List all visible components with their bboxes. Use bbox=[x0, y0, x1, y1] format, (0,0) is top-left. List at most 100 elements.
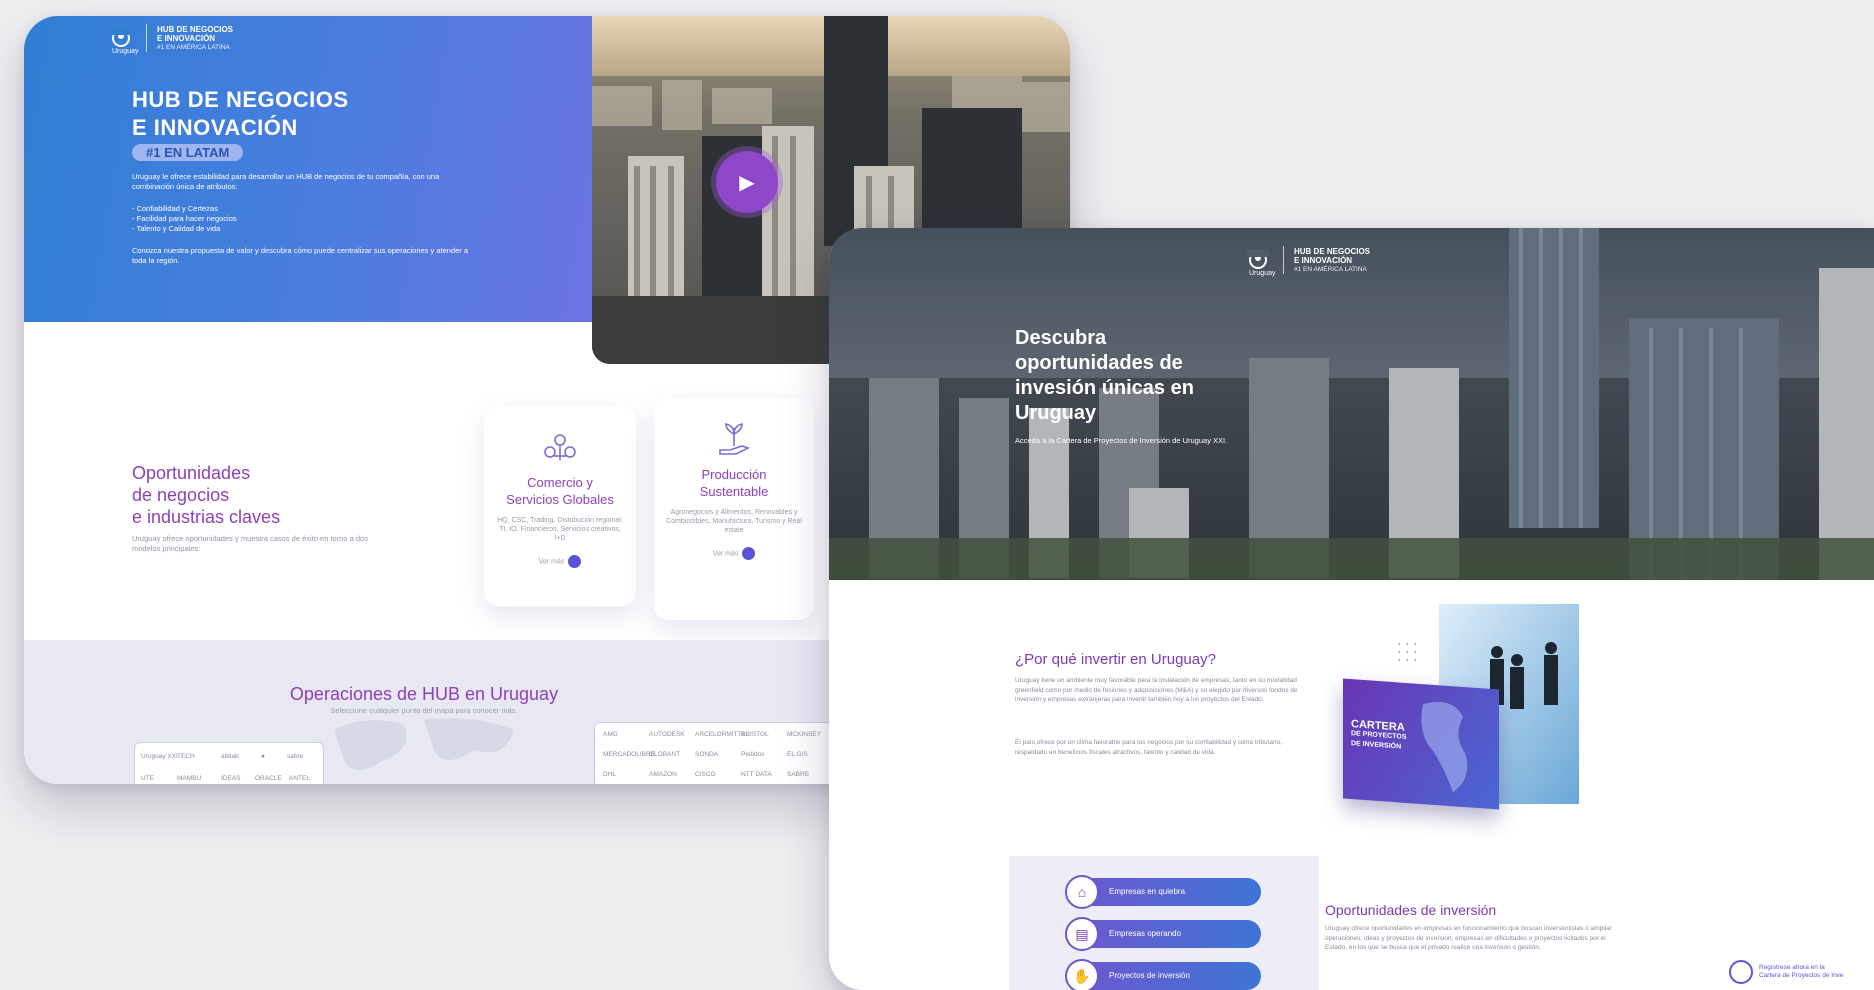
register-line-2: Cartera de Proyectos de Inve bbox=[1759, 972, 1844, 979]
hero-bullet: - Confiabilidad y Certezas bbox=[132, 204, 218, 213]
why-invest-paragraph: Uruguay tiene un ambiente muy favorable … bbox=[1015, 677, 1298, 703]
logo-line-3: #1 EN AMÉRICA LATINA bbox=[157, 43, 230, 51]
arrow-circle-icon bbox=[742, 547, 756, 560]
industry-name-line-2: Servicios Globales bbox=[506, 492, 614, 507]
americas-map-icon bbox=[1421, 701, 1468, 793]
hub-logo[interactable]: Uruguay HUB DE NEGOCIOS E INNOVACIÓN #1 … bbox=[110, 24, 233, 55]
uruguay-logo-icon bbox=[1247, 249, 1269, 269]
hub-logo[interactable]: Uruguay HUB DE NEGOCIOS E INNOVACIÓN #1 … bbox=[1247, 246, 1370, 277]
industry-name-line-1: Producción bbox=[701, 467, 767, 482]
company-logo: ANTEL bbox=[289, 775, 310, 782]
industry-description: HQ, CSC, Trading, Distribución regional,… bbox=[497, 517, 623, 542]
company-logo: NTT DATA bbox=[741, 771, 772, 778]
opportunities-title-line-1: Oportunidades bbox=[132, 463, 251, 483]
investment-hero-title: Descubra oportunidades de invesión única… bbox=[1015, 327, 1194, 424]
company-logo: sabre bbox=[287, 753, 304, 760]
industry-card-global-services[interactable]: Comercio y Servicios Globales HQ, CSC, T… bbox=[484, 406, 636, 606]
world-map-graphic[interactable] bbox=[324, 710, 524, 784]
company-logo: Uruguay XXI bbox=[141, 753, 178, 760]
hero-title-line-2: E INNOVACIÓN bbox=[132, 115, 298, 140]
hero-bullet: - Talento y Calidad de vida bbox=[132, 224, 221, 233]
hub-hero-banner: Uruguay HUB DE NEGOCIOS E INNOVACIÓN #1 … bbox=[24, 16, 592, 322]
play-icon: ▶ bbox=[739, 171, 755, 194]
hero-bullet: - Facilidad para hacer negocios bbox=[132, 214, 237, 223]
company-logo: AMAZON bbox=[649, 771, 677, 778]
investment-portfolio-card: Uruguay HUB DE NEGOCIOS E INNOVACIÓN #1 … bbox=[829, 228, 1874, 990]
logo-line-2: E INNOVACIÓN bbox=[1294, 255, 1353, 265]
logo-separator bbox=[1283, 246, 1284, 274]
opportunities-title-line-2: de negocios bbox=[132, 485, 230, 505]
companies-logo-panel-left[interactable]: Uruguay XXI TECH abitab ● sabre UTE MAMB… bbox=[134, 742, 324, 784]
arrow-circle-icon bbox=[568, 555, 582, 568]
why-invest-title: ¿Por qué invertir en Uruguay? bbox=[1015, 651, 1216, 668]
company-logo: TECH bbox=[177, 753, 195, 760]
see-more-label: Ver más bbox=[538, 558, 565, 566]
logo-line-3: #1 EN AMÉRICA LATINA bbox=[1294, 265, 1367, 273]
ranking-badge: #1 EN LATAM bbox=[132, 144, 244, 161]
logo-line-1: HUB DE NEGOCIOS bbox=[1294, 246, 1371, 256]
company-logo: DHL bbox=[603, 771, 617, 778]
handshake-icon: ✋ bbox=[1065, 959, 1099, 990]
hero-cta-text: Conozca nuestra propuesta de valor y des… bbox=[132, 246, 469, 265]
register-text: Regístrese ahora en la Cartera de Proyec… bbox=[1759, 964, 1844, 981]
operations-title: Operaciones de HUB en Uruguay bbox=[289, 684, 559, 704]
company-logo: abitab bbox=[221, 753, 239, 760]
uruguay-logo-icon bbox=[1729, 960, 1753, 984]
company-logo: AUTODESK bbox=[649, 731, 685, 738]
industry-description: Agronegocios y Alimentos, Renovables y C… bbox=[666, 509, 802, 534]
company-logo: ● bbox=[261, 753, 265, 760]
industry-name-line-2: Sustentable bbox=[699, 484, 769, 499]
industry-name-line-1: Comercio y bbox=[527, 475, 593, 490]
hero-bullet-list: - Confiabilidad y Certezas - Facilidad p… bbox=[132, 204, 237, 234]
company-logo: GLOBANT bbox=[649, 751, 681, 758]
brochure-title: CARTERA DE PROYECTOS DE INVERSIÓN bbox=[1351, 718, 1407, 753]
company-logo: Pedidos bbox=[741, 751, 765, 758]
company-logo: CISCO bbox=[695, 771, 716, 778]
companies-logo-panel-right[interactable]: AMG AUTODESK ARCELORMITTAL BRISTOL MCKINSEY M… bbox=[594, 722, 832, 784]
industry-name: Producción Sustentable bbox=[654, 466, 814, 500]
register-floating-button[interactable]: Regístrese ahora en la Cartera de Proyec… bbox=[1729, 954, 1874, 990]
logo-separator bbox=[146, 24, 147, 52]
play-video-button[interactable]: ▶ bbox=[716, 151, 778, 213]
uruguay-logo-icon bbox=[110, 27, 132, 47]
see-more-label: Ver más bbox=[712, 550, 739, 558]
hero-title-line-1: HUB DE NEGOCIOS bbox=[132, 87, 349, 112]
company-logo: BRISTOL bbox=[741, 731, 769, 738]
hand-plant-icon bbox=[719, 422, 751, 455]
investment-opportunities-title: Oportunidades de inversión bbox=[1325, 902, 1497, 918]
why-invest-paragraph: El país ofrece por un clima favorable pa… bbox=[1015, 739, 1282, 756]
see-more-link[interactable]: Ver más bbox=[484, 555, 636, 568]
opportunities-description: Uruguay ofrece oportunidades y muestra c… bbox=[132, 534, 368, 553]
opportunities-title: Oportunidades de negocios e industrias c… bbox=[132, 462, 280, 528]
company-logo: MAMBU bbox=[177, 775, 202, 782]
company-logo: UTE bbox=[141, 775, 154, 782]
company-logo: AMG bbox=[603, 731, 618, 738]
investment-opportunities-description: Uruguay ofrece oportunidades en empresas… bbox=[1325, 925, 1612, 951]
register-line-1: Regístrese ahora en la bbox=[1759, 963, 1825, 971]
network-icon bbox=[544, 434, 576, 460]
logo-text: HUB DE NEGOCIOS E INNOVACIÓN #1 EN AMÉRI… bbox=[1294, 247, 1370, 274]
industry-card-sustainable-production[interactable]: Producción Sustentable Agronegocios y Al… bbox=[654, 398, 814, 620]
investment-hero-banner: Uruguay HUB DE NEGOCIOS E INNOVACIÓN #1 … bbox=[829, 228, 1874, 580]
see-more-link[interactable]: Ver más bbox=[654, 547, 814, 560]
industry-name: Comercio y Servicios Globales bbox=[484, 474, 636, 508]
company-logo: IDEAS bbox=[221, 775, 241, 782]
logo-text: HUB DE NEGOCIOS E INNOVACIÓN #1 EN AMÉRI… bbox=[157, 25, 233, 52]
logo-country: Uruguay bbox=[112, 48, 139, 55]
company-logo: MERCADOLIBRE bbox=[603, 751, 656, 758]
logo-line-1: HUB DE NEGOCIOS bbox=[157, 24, 234, 34]
investment-portfolio-brochure: CARTERA DE PROYECTOS DE INVERSIÓN bbox=[1343, 678, 1499, 810]
company-logo: EL GIS bbox=[787, 751, 808, 758]
city-skyline-image bbox=[829, 228, 1874, 580]
hero-title: HUB DE NEGOCIOS E INNOVACIÓN bbox=[132, 86, 349, 142]
operations-subtitle: Seleccione cualquier punto del mapa para… bbox=[330, 706, 518, 715]
factory-icon: ▤ bbox=[1065, 917, 1099, 951]
logo-line-2: E INNOVACIÓN bbox=[157, 33, 216, 43]
company-logo: SONDA bbox=[695, 751, 719, 758]
investment-hero-subtitle: Acceda a la Cartera de Proyectos de Inve… bbox=[1015, 436, 1228, 445]
company-logo: SABRE bbox=[787, 771, 810, 778]
hero-intro-text: Uruguay le ofrece estabilidad para desar… bbox=[132, 172, 440, 191]
opportunities-title-line-3: e industrias claves bbox=[132, 507, 281, 527]
company-logo: MCKINSEY bbox=[787, 731, 821, 738]
logo-country: Uruguay bbox=[1249, 270, 1276, 277]
